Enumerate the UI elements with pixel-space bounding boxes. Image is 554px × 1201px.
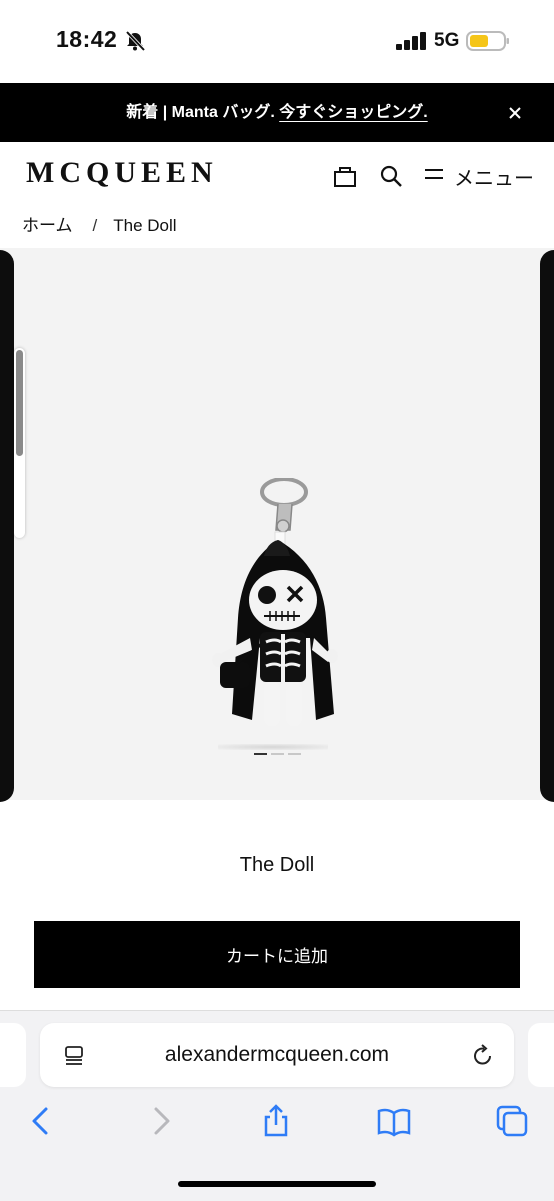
- breadcrumb-separator: /: [92, 216, 98, 235]
- status-bar: 18:42 5G: [0, 0, 554, 82]
- back-icon[interactable]: [24, 1103, 60, 1139]
- menu-label: メニュー: [454, 168, 534, 190]
- breadcrumb-current: The Doll: [113, 216, 177, 235]
- gallery-indicator-3[interactable]: [288, 753, 301, 755]
- scrollbar-thumb[interactable]: [16, 350, 23, 456]
- cellular-signal-icon: [396, 32, 426, 50]
- address-bar[interactable]: alexandermcqueen.com: [40, 1023, 514, 1087]
- home-indicator: [178, 1181, 376, 1187]
- page-menu-icon[interactable]: [62, 1043, 86, 1067]
- gallery-indicator-1[interactable]: [254, 753, 267, 755]
- product-shadow: [218, 744, 328, 750]
- next-tab-preview[interactable]: [528, 1023, 554, 1087]
- promo-shop-link[interactable]: 今すぐショッピング.: [279, 104, 427, 121]
- promo-prefix: 新着 | Manta バッグ.: [126, 104, 280, 121]
- gallery-indicator-2[interactable]: [271, 753, 284, 755]
- promo-banner: 新着 | Manta バッグ. 今すぐショッピング.: [0, 83, 554, 142]
- bookmarks-icon[interactable]: [376, 1103, 412, 1139]
- close-icon[interactable]: [503, 101, 527, 125]
- left-screen-edge: [0, 250, 14, 802]
- previous-tab-preview[interactable]: [0, 1023, 26, 1087]
- shopping-bag-icon[interactable]: [332, 163, 358, 189]
- product-image-gallery[interactable]: [0, 248, 554, 800]
- browser-toolbar: alexandermcqueen.com: [0, 1010, 554, 1201]
- brand-logo[interactable]: MCQUEEN: [26, 156, 218, 190]
- breadcrumb: ホーム / The Doll: [22, 211, 177, 236]
- tabs-icon[interactable]: [494, 1103, 530, 1139]
- battery-icon: [466, 31, 509, 51]
- network-type: 5G: [434, 30, 460, 51]
- product-image-doll-keychain: [212, 478, 338, 726]
- hamburger-icon: [425, 169, 443, 179]
- url-text[interactable]: alexandermcqueen.com: [100, 1023, 454, 1087]
- bell-slash-icon: [125, 30, 146, 52]
- product-name: The Doll: [239, 854, 315, 876]
- reload-icon[interactable]: [470, 1043, 496, 1069]
- add-to-cart-button[interactable]: カートに追加: [34, 921, 520, 988]
- search-icon[interactable]: [378, 163, 404, 189]
- share-icon[interactable]: [258, 1103, 294, 1139]
- forward-icon[interactable]: [142, 1103, 178, 1139]
- breadcrumb-home[interactable]: ホーム: [22, 216, 73, 235]
- promo-text: 新着 | Manta バッグ. 今すぐショッピング.: [0, 83, 554, 142]
- right-screen-edge: [540, 250, 554, 802]
- clock: 18:42: [56, 26, 118, 52]
